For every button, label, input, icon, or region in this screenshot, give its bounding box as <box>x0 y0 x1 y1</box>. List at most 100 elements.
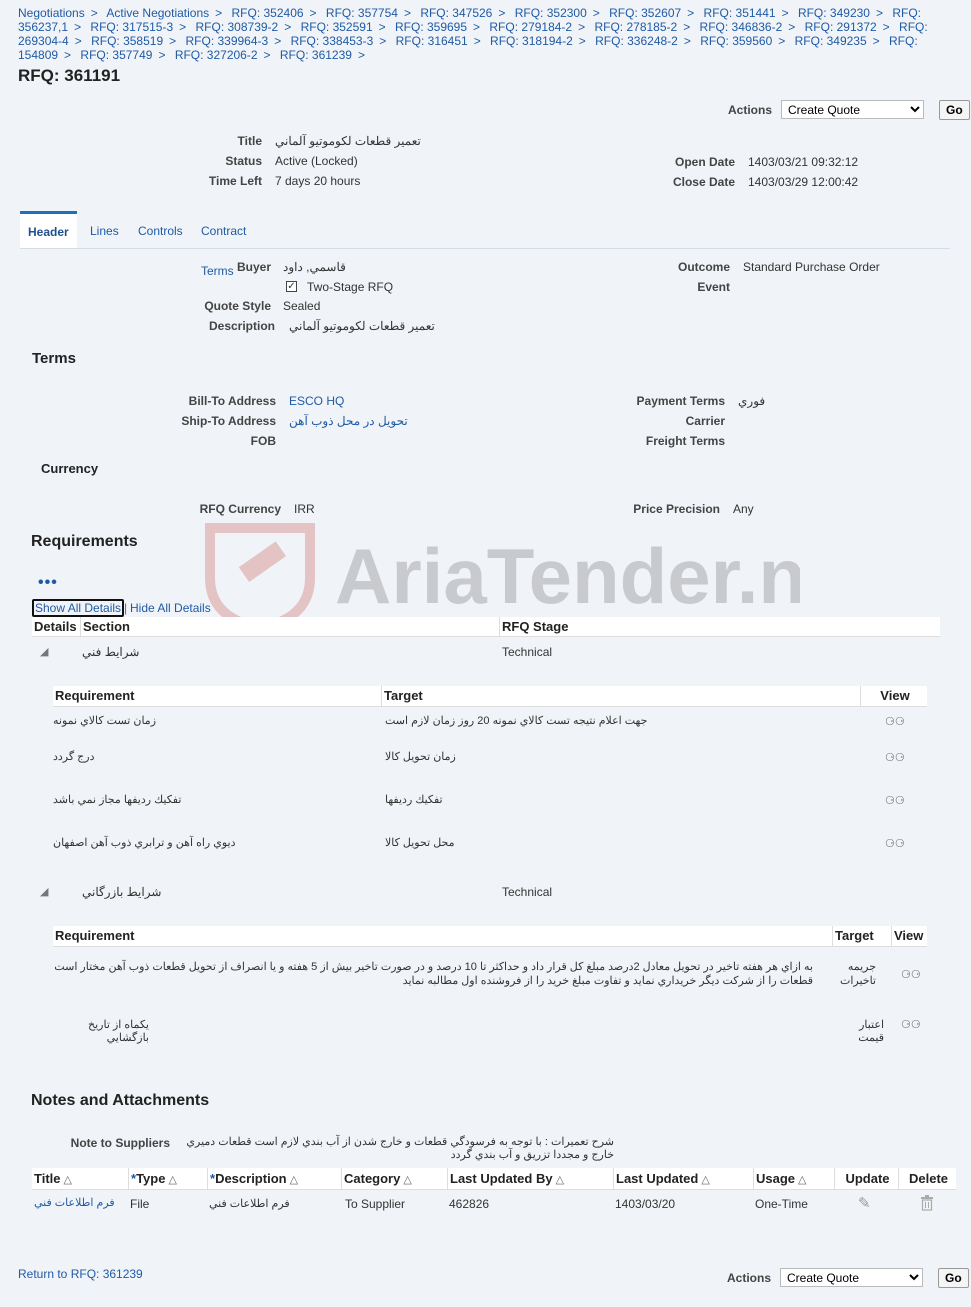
breadcrumb-link[interactable]: RFQ: 358519 <box>91 34 163 48</box>
glasses-icon[interactable]: ⚆⚆ <box>901 968 921 981</box>
col-last-updated[interactable]: Last Updated △ <box>613 1168 753 1189</box>
breadcrumb-link[interactable]: RFQ: 339964-3 <box>185 34 268 48</box>
section-2-table-header: Requirement Target View <box>53 926 927 947</box>
actions-label-bottom: Actions <box>727 1271 772 1285</box>
status-value: Active (Locked) <box>275 154 358 168</box>
bill-to-label: Bill-To Address <box>188 394 276 408</box>
section-stage: Technical <box>502 645 553 659</box>
breadcrumb-link[interactable]: RFQ: 359695 <box>395 20 467 34</box>
col-usage[interactable]: Usage △ <box>753 1168 834 1189</box>
breadcrumb-link[interactable]: RFQ: 308739-2 <box>196 20 279 34</box>
col-type[interactable]: *Type △ <box>128 1168 207 1189</box>
breadcrumb-link[interactable]: RFQ: 347526 <box>420 6 492 20</box>
col-view: View <box>860 686 927 706</box>
bill-to-link[interactable]: ESCO HQ <box>289 394 344 408</box>
breadcrumb-separator: > <box>357 48 365 62</box>
trash-icon[interactable] <box>920 1195 934 1214</box>
requirement-text: يكماه از تاريخ بازگشايي <box>88 1019 149 1044</box>
breadcrumb-link[interactable]: RFQ: 327206-2 <box>175 48 258 62</box>
breadcrumb-link[interactable]: RFQ: 352591 <box>301 20 373 34</box>
attachment-title-link[interactable]: فرم اطلاعات فني <box>34 1196 115 1209</box>
actions-select[interactable]: Create Quote <box>781 100 924 119</box>
actions-select-bottom[interactable]: Create Quote <box>780 1268 923 1287</box>
col-last-updated-by[interactable]: Last Updated By △ <box>447 1168 613 1189</box>
breadcrumb-link[interactable]: RFQ: 346836-2 <box>700 20 783 34</box>
breadcrumb-link[interactable]: RFQ: 338453-3 <box>291 34 374 48</box>
sort-arrow-icon[interactable]: △ <box>290 1169 298 1191</box>
breadcrumb-link[interactable]: RFQ: 352607 <box>609 6 681 20</box>
tab-lines[interactable]: Lines <box>90 211 119 249</box>
go-button-bottom[interactable]: Go <box>938 1268 969 1288</box>
glasses-icon[interactable]: ⚆⚆ <box>885 837 905 850</box>
breadcrumb-link[interactable]: RFQ: 359560 <box>700 34 772 48</box>
breadcrumb-separator: > <box>179 20 187 34</box>
sort-arrow-icon[interactable]: △ <box>556 1169 564 1191</box>
sort-arrow-icon[interactable]: △ <box>64 1169 72 1191</box>
glasses-icon[interactable]: ⚆⚆ <box>885 751 905 764</box>
breadcrumb-link[interactable]: RFQ: 291372 <box>805 20 877 34</box>
breadcrumb-link[interactable]: RFQ: 357754 <box>326 6 398 20</box>
breadcrumb-link[interactable]: RFQ: 317515-3 <box>90 20 173 34</box>
glasses-icon[interactable]: ⚆⚆ <box>885 794 905 807</box>
breadcrumb-link[interactable]: RFQ: 352300 <box>515 6 587 20</box>
breadcrumb-link[interactable]: RFQ: 349230 <box>798 6 870 20</box>
breadcrumb-link[interactable]: RFQ: 357749 <box>80 48 152 62</box>
breadcrumb-link[interactable]: Active Negotiations <box>106 6 209 20</box>
col-description[interactable]: *Description △ <box>207 1168 341 1189</box>
show-all-details-link[interactable]: Show All Details <box>32 599 125 617</box>
breadcrumb-link[interactable]: RFQ: 318194-2 <box>490 34 573 48</box>
breadcrumb-separator: > <box>274 34 282 48</box>
requirements-table-header: Details Section RFQ Stage <box>32 617 940 637</box>
return-link[interactable]: Return to RFQ: 361239 <box>18 1267 143 1281</box>
sort-arrow-icon[interactable]: △ <box>701 1169 709 1191</box>
col-category[interactable]: Category △ <box>341 1168 447 1189</box>
tab-header[interactable]: Header <box>20 211 77 249</box>
open-date-value: 1403/03/21 09:32:12 <box>748 155 859 169</box>
target-text: اعتبار قيمت <box>858 1019 884 1044</box>
two-stage-checkbox[interactable]: ✓ <box>286 281 297 292</box>
column-label: Usage <box>756 1171 796 1186</box>
collapse-triangle-icon[interactable]: ◢ <box>40 645 48 658</box>
glasses-icon[interactable]: ⚆⚆ <box>901 1018 921 1031</box>
pencil-icon[interactable]: ✎ <box>858 1194 871 1212</box>
column-label: Title <box>34 1171 61 1186</box>
actions-label: Actions <box>728 103 773 117</box>
col-requirement: Requirement <box>55 688 135 703</box>
sort-arrow-icon[interactable]: △ <box>168 1169 176 1191</box>
rfq-currency-value: IRR <box>294 502 315 516</box>
breadcrumb-link[interactable]: RFQ: 316451 <box>396 34 468 48</box>
col-section: Section <box>80 617 130 636</box>
breadcrumb-link[interactable]: RFQ: 351441 <box>704 6 776 20</box>
breadcrumb-link[interactable]: RFQ: 352406 <box>232 6 304 20</box>
hide-all-details-link[interactable]: Hide All Details <box>130 601 211 615</box>
attachment-updated: 1403/03/20 <box>615 1197 676 1211</box>
breadcrumb-separator: > <box>309 6 317 20</box>
breadcrumb-link[interactable]: RFQ: 336248-2 <box>595 34 678 48</box>
col-title[interactable]: Title △ <box>32 1168 128 1189</box>
link-separator: | <box>124 601 128 615</box>
ship-to-link[interactable]: تحويل در محل ذوب آهن <box>289 414 408 428</box>
rfq-currency-label: RFQ Currency <box>199 502 281 516</box>
breadcrumb-link[interactable]: Negotiations <box>18 6 85 20</box>
go-button[interactable]: Go <box>939 100 970 120</box>
svg-text:AriaTender.neT: AriaTender.neT <box>335 532 800 620</box>
breadcrumb-link[interactable]: RFQ: 361239 <box>280 48 352 62</box>
breadcrumb-separator: > <box>169 34 177 48</box>
breadcrumb-separator: > <box>781 6 789 20</box>
collapse-triangle-icon[interactable]: ◢ <box>40 885 48 898</box>
breadcrumb-link[interactable]: RFQ: 349235 <box>795 34 867 48</box>
sort-arrow-icon[interactable]: △ <box>798 1169 806 1191</box>
price-precision-label: Price Precision <box>633 502 720 516</box>
tab-contract-terms[interactable]: Contract Terms <box>201 211 246 278</box>
breadcrumb-separator: > <box>578 34 586 48</box>
two-stage-label: Two-Stage RFQ <box>307 280 394 294</box>
sort-arrow-icon[interactable]: △ <box>403 1169 411 1191</box>
requirement-text: ديوي راه آهن و ترابري ذوب آهن اصفهان <box>53 837 236 849</box>
breadcrumb-separator: > <box>882 20 890 34</box>
breadcrumb-link[interactable]: RFQ: 279184-2 <box>489 20 572 34</box>
tab-controls[interactable]: Controls <box>138 211 183 249</box>
more-ellipsis-icon[interactable]: ••• <box>38 575 58 591</box>
glasses-icon[interactable]: ⚆⚆ <box>885 715 905 728</box>
breadcrumb-separator: > <box>74 34 82 48</box>
breadcrumb-link[interactable]: RFQ: 278185-2 <box>594 20 677 34</box>
